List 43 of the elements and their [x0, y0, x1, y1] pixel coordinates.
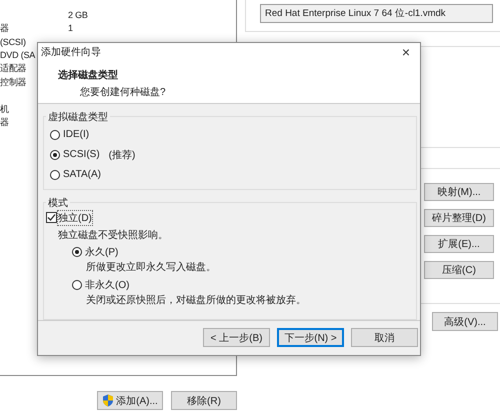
- device-summary: 2 GB: [68, 10, 88, 20]
- add-button[interactable]: 添加(A)...: [97, 391, 163, 410]
- option-description: 所做更改立即永久写入磁盘。: [86, 260, 217, 274]
- shield-icon: [102, 394, 114, 407]
- cancel-button[interactable]: 取消: [351, 328, 418, 348]
- device-name: (SCSI): [0, 36, 26, 47]
- remove-button[interactable]: 移除(R): [171, 391, 237, 410]
- checkbox[interactable]: [46, 212, 57, 224]
- radio-button[interactable]: [50, 170, 60, 180]
- device-name: 控制器: [0, 76, 26, 87]
- close-button[interactable]: ×: [392, 44, 420, 60]
- page-subheading: 您要创建何种磁盘?: [80, 86, 167, 100]
- checkbox-label[interactable]: 独立(D): [58, 210, 92, 225]
- radio-label[interactable]: IDE(I): [63, 129, 90, 140]
- device-name: 器: [0, 117, 9, 128]
- device-name: DVD (SA: [0, 50, 36, 60]
- device-name: 器: [0, 22, 9, 33]
- radio-button[interactable]: [72, 280, 82, 290]
- utility-button[interactable]: 碎片整理(D): [424, 209, 494, 227]
- device-summary: 1: [68, 23, 73, 34]
- mode-description: 独立磁盘不受快照影响。: [58, 228, 169, 242]
- radio-button[interactable]: [72, 247, 82, 258]
- utility-button[interactable]: 扩展(E)...: [424, 235, 494, 253]
- group-label: 模式: [47, 196, 69, 210]
- recommended-note: (推荐): [108, 148, 136, 162]
- radio-button[interactable]: [50, 150, 60, 160]
- back-button[interactable]: < 上一步(B): [203, 328, 270, 348]
- utility-button[interactable]: 映射(M)...: [424, 183, 494, 201]
- advanced-button[interactable]: 高级(V)...: [432, 312, 498, 331]
- dialog-title: 添加硬件向导: [41, 46, 101, 58]
- next-button[interactable]: 下一步(N) >: [277, 328, 344, 348]
- page-heading: 选择磁盘类型: [58, 68, 119, 82]
- device-name: 适配器: [0, 63, 26, 74]
- radio-button[interactable]: [50, 130, 60, 140]
- option-description: 关闭或还原快照后，对磁盘所做的更改将被放弃。: [86, 294, 307, 307]
- group-label: 虚拟磁盘类型: [47, 110, 109, 124]
- radio-label[interactable]: SCSI(S): [63, 149, 100, 160]
- radio-label[interactable]: 非永久(O): [85, 278, 130, 292]
- radio-label[interactable]: SATA(A): [63, 169, 101, 180]
- device-name: 机: [0, 104, 9, 114]
- utility-button[interactable]: 压缩(C): [424, 261, 494, 279]
- disk-file-field[interactable]: Red Hat Enterprise Linux 7 64 位-cl1.vmdk: [260, 4, 493, 23]
- radio-label[interactable]: 永久(P): [85, 245, 118, 260]
